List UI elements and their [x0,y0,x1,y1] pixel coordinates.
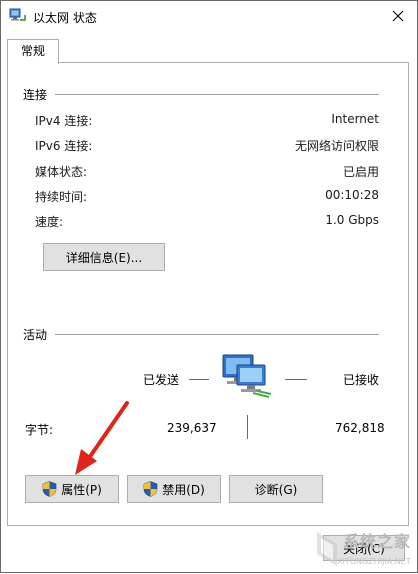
bytes-sent-value: 239,637 [167,421,217,435]
ipv4-value: Internet [331,112,379,126]
tab-general-label: 常规 [20,44,45,58]
media-state-value: 已启用 [342,165,379,179]
details-button-label: 详细信息(E)... [65,250,143,265]
window-title: 以太网 状态 [33,11,97,25]
activity-group-divider [55,334,379,335]
connection-group-divider [55,94,379,95]
connection-group-title: 连接 [23,88,48,102]
network-computers-icon [222,354,272,398]
speed-value: 1.0 Gbps [325,213,379,227]
ipv6-value: 无网络访问权限 [294,139,379,153]
uac-shield-icon [42,481,57,497]
duration-value: 00:10:28 [325,188,379,202]
uac-shield-icon [143,481,158,497]
received-connector-line [285,379,307,380]
watermark-text: 系统之家 [343,532,412,551]
annotation-arrow-icon [75,401,129,475]
sent-label: 已发送 [143,373,180,387]
bytes-divider [247,415,248,439]
duration-label: 持续时间: [35,190,88,204]
ipv6-label: IPv6 连接: [35,139,93,153]
tab-general[interactable]: 常规 [7,39,59,64]
media-state-label: 媒体状态: [35,165,88,179]
tab-strip: 常规 [1,31,417,64]
properties-button[interactable]: 属性(P) [25,475,119,503]
sent-connector-line [189,379,209,380]
disable-button-label: 禁用(D) [162,482,205,497]
received-label: 已接收 [343,373,380,387]
watermark-subtext: XITONGZHIJIA.NET [337,557,411,566]
diagnose-button-label: 诊断(G) [254,482,298,497]
title-bar[interactable]: 以太网 状态 [1,1,417,31]
diagnose-button[interactable]: 诊断(G) [229,475,323,503]
network-status-window: 以太网 状态 常规 连接 IPv4 连接: Internet IPv6 连接: … [0,0,418,573]
bytes-received-value: 762,818 [335,421,385,435]
network-adapter-icon [9,8,26,21]
properties-button-label: 属性(P) [61,482,102,497]
details-button[interactable]: 详细信息(E)... [43,243,165,271]
speed-label: 速度: [35,215,64,229]
activity-group-title: 活动 [23,328,48,342]
tab-panel-general [7,62,409,526]
ipv4-label: IPv4 连接: [35,114,93,128]
close-icon [392,10,404,22]
bytes-label: 字节: [25,423,54,437]
close-window-button[interactable] [385,4,411,28]
disable-button[interactable]: 禁用(D) [127,475,221,503]
